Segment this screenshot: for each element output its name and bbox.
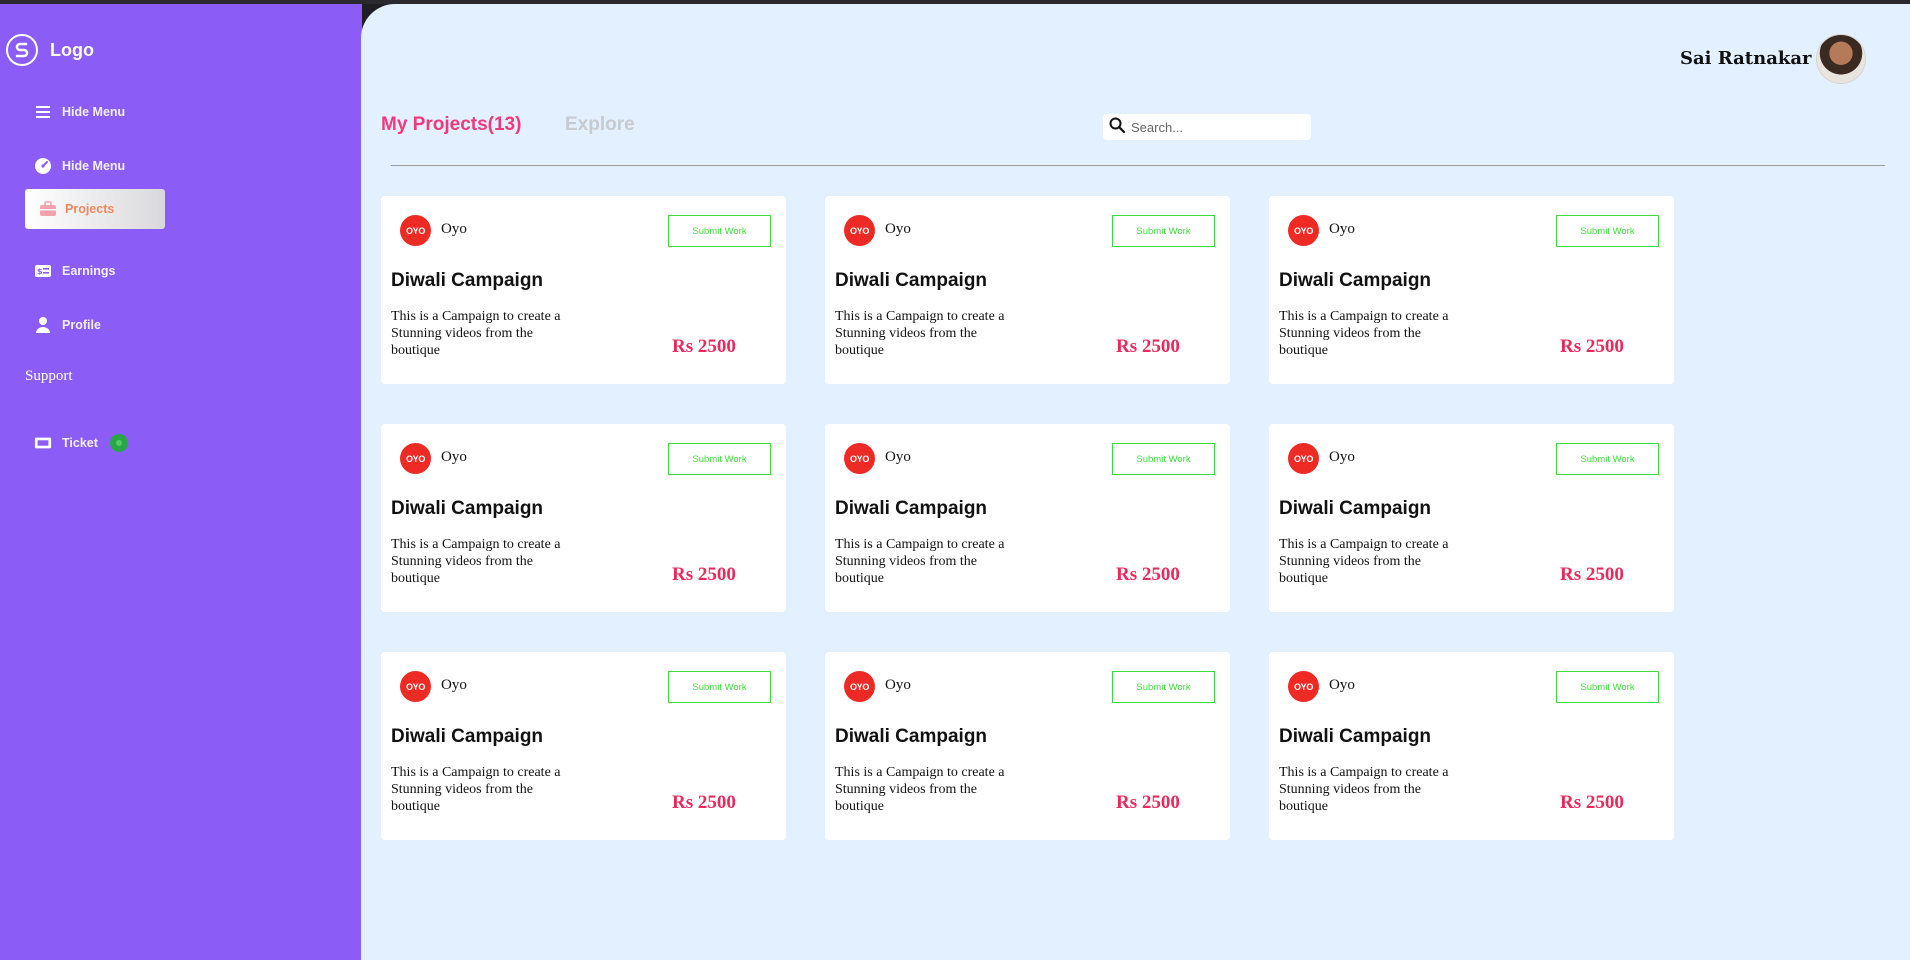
brand-logo[interactable]: Logo	[6, 32, 94, 68]
campaign-price: Rs 2500	[672, 792, 736, 813]
sidebar-item-label: Hide Menu	[62, 105, 126, 119]
submit-work-button[interactable]: Submit Work	[1556, 215, 1659, 247]
campaign-description: This is a Campaign to create a Stunning …	[835, 537, 1005, 586]
project-card[interactable]: OYO Oyo Submit Work Diwali Campaign This…	[825, 652, 1230, 840]
submit-work-button[interactable]: Submit Work	[668, 671, 771, 703]
logo-text: Logo	[50, 39, 94, 60]
sidebar-item-hide-menu[interactable]: Hide Menu	[34, 100, 125, 124]
oyo-logo-icon: OYO	[400, 215, 431, 246]
campaign-description: This is a Campaign to create a Stunning …	[391, 765, 561, 814]
submit-work-button[interactable]: Submit Work	[668, 443, 771, 475]
project-card[interactable]: OYO Oyo Submit Work Diwali Campaign This…	[1269, 196, 1674, 384]
campaign-title: Diwali Campaign	[835, 270, 988, 291]
search-icon	[1109, 117, 1126, 138]
campaign-title: Diwali Campaign	[835, 726, 988, 747]
campaign-description: This is a Campaign to create a Stunning …	[391, 309, 561, 358]
sidebar-item-profile[interactable]: Profile	[34, 313, 101, 337]
brand-name: Oyo	[885, 221, 911, 237]
oyo-logo-icon: OYO	[400, 671, 431, 702]
campaign-price: Rs 2500	[1560, 792, 1624, 813]
support-heading: Support	[25, 368, 73, 384]
search-bar	[1103, 114, 1311, 140]
project-card[interactable]: OYO Oyo Submit Work Diwali Campaign This…	[381, 652, 786, 840]
tab-my-projects[interactable]: My Projects(13)	[381, 114, 521, 136]
user-name: Sai Ratnakar	[1680, 48, 1812, 69]
campaign-title: Diwali Campaign	[1279, 270, 1432, 291]
project-card[interactable]: OYO Oyo Submit Work Diwali Campaign This…	[381, 424, 786, 612]
svg-text:$: $	[37, 267, 43, 276]
oyo-logo-icon: OYO	[1288, 443, 1319, 474]
sidebar-item-ticket[interactable]: Ticket	[34, 431, 128, 455]
oyo-logo-icon: OYO	[844, 215, 875, 246]
project-card[interactable]: OYO Oyo Submit Work Diwali Campaign This…	[825, 196, 1230, 384]
campaign-price: Rs 2500	[1560, 336, 1624, 357]
campaign-price: Rs 2500	[1116, 336, 1180, 357]
sidebar: Logo Hide Menu Hide Menu Projects $ Earn…	[0, 4, 362, 960]
brand-name: Oyo	[1329, 449, 1355, 465]
divider	[391, 165, 1885, 166]
sidebar-item-label: Projects	[65, 202, 115, 216]
campaign-title: Diwali Campaign	[1279, 498, 1432, 519]
brand-name: Oyo	[441, 449, 467, 465]
campaign-price: Rs 2500	[672, 336, 736, 357]
sidebar-item-label: Profile	[62, 318, 101, 332]
search-input[interactable]	[1131, 119, 1301, 135]
campaign-price: Rs 2500	[1116, 564, 1180, 585]
sidebar-item-label: Ticket	[62, 436, 98, 450]
brand-name: Oyo	[1329, 221, 1355, 237]
money-icon: $	[34, 262, 52, 280]
submit-work-button[interactable]: Submit Work	[668, 215, 771, 247]
project-card[interactable]: OYO Oyo Submit Work Diwali Campaign This…	[1269, 652, 1674, 840]
brand-name: Oyo	[885, 677, 911, 693]
campaign-description: This is a Campaign to create a Stunning …	[835, 765, 1005, 814]
brand-name: Oyo	[885, 449, 911, 465]
oyo-logo-icon: OYO	[1288, 215, 1319, 246]
avatar[interactable]	[1816, 34, 1866, 84]
submit-work-button[interactable]: Submit Work	[1556, 443, 1659, 475]
campaign-description: This is a Campaign to create a Stunning …	[1279, 765, 1449, 814]
campaign-description: This is a Campaign to create a Stunning …	[1279, 537, 1449, 586]
brand-name: Oyo	[441, 677, 467, 693]
oyo-logo-icon: OYO	[844, 671, 875, 702]
sidebar-item-earnings[interactable]: $ Earnings	[34, 259, 116, 283]
campaign-price: Rs 2500	[672, 564, 736, 585]
campaign-title: Diwali Campaign	[391, 498, 544, 519]
campaign-title: Diwali Campaign	[1279, 726, 1432, 747]
logo-icon	[6, 34, 38, 66]
campaign-title: Diwali Campaign	[391, 270, 544, 291]
briefcase-icon	[39, 200, 57, 218]
sidebar-item-dashboard[interactable]: Hide Menu	[34, 154, 125, 178]
sidebar-item-label: Hide Menu	[62, 159, 126, 173]
oyo-logo-icon: OYO	[400, 443, 431, 474]
brand-name: Oyo	[1329, 677, 1355, 693]
dashboard-icon	[34, 157, 52, 175]
submit-work-button[interactable]: Submit Work	[1112, 215, 1215, 247]
submit-work-button[interactable]: Submit Work	[1112, 443, 1215, 475]
campaign-description: This is a Campaign to create a Stunning …	[391, 537, 561, 586]
sidebar-item-projects[interactable]: Projects	[25, 189, 165, 229]
ticket-status-badge	[109, 434, 128, 452]
campaign-title: Diwali Campaign	[391, 726, 544, 747]
project-grid: OYO Oyo Submit Work Diwali Campaign This…	[381, 196, 1674, 840]
campaign-title: Diwali Campaign	[835, 498, 988, 519]
submit-work-button[interactable]: Submit Work	[1556, 671, 1659, 703]
project-card[interactable]: OYO Oyo Submit Work Diwali Campaign This…	[381, 196, 786, 384]
menu-icon	[34, 103, 52, 121]
project-card[interactable]: OYO Oyo Submit Work Diwali Campaign This…	[825, 424, 1230, 612]
campaign-price: Rs 2500	[1560, 564, 1624, 585]
oyo-logo-icon: OYO	[844, 443, 875, 474]
submit-work-button[interactable]: Submit Work	[1112, 671, 1215, 703]
brand-name: Oyo	[441, 221, 467, 237]
campaign-description: This is a Campaign to create a Stunning …	[1279, 309, 1449, 358]
campaign-description: This is a Campaign to create a Stunning …	[835, 309, 1005, 358]
tab-explore[interactable]: Explore	[565, 114, 635, 136]
campaign-price: Rs 2500	[1116, 792, 1180, 813]
sidebar-item-label: Earnings	[62, 264, 116, 278]
project-card[interactable]: OYO Oyo Submit Work Diwali Campaign This…	[1269, 424, 1674, 612]
user-icon	[34, 316, 52, 334]
oyo-logo-icon: OYO	[1288, 671, 1319, 702]
ticket-icon	[34, 434, 52, 452]
